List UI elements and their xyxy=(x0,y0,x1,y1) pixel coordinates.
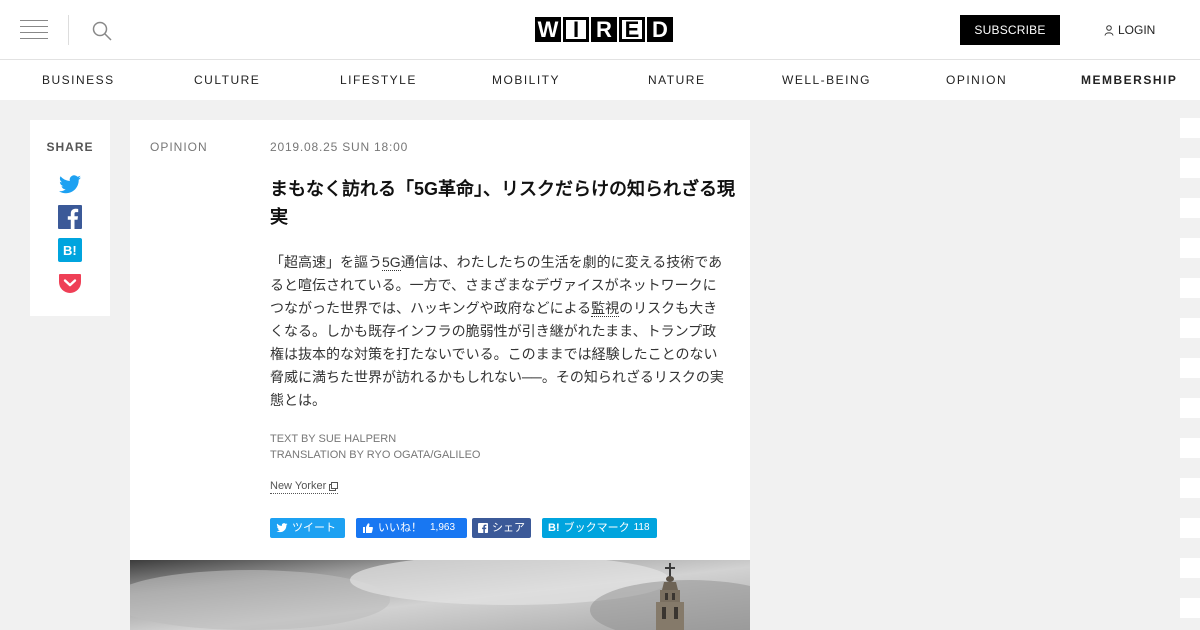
login-link[interactable]: LOGIN xyxy=(1104,22,1155,38)
header-divider xyxy=(68,15,69,45)
facebook-icon[interactable] xyxy=(58,205,82,229)
nav-item-lifestyle[interactable]: LIFESTYLE xyxy=(340,60,417,100)
svg-text:B!: B! xyxy=(63,243,77,258)
article-date: 2019.08.25 SUN 18:00 xyxy=(270,140,409,154)
twitter-icon[interactable] xyxy=(58,172,82,196)
credit-author: TEXT BY SUE HALPERN xyxy=(270,433,397,445)
search-icon[interactable] xyxy=(92,21,112,41)
nav-item-business[interactable]: BUSINESS xyxy=(42,60,115,100)
credit-translation: TRANSLATION BY RYO OGATA/GALILEO xyxy=(270,449,481,461)
article-lead: 「超高速」を謳う5G通信は、わたしたちの生活を劇的に変える技術であると喧伝されて… xyxy=(270,251,730,412)
source-label: New Yorker xyxy=(270,480,327,492)
category-nav: BUSINESS CULTURE LIFESTYLE MOBILITY NATU… xyxy=(0,60,1200,100)
facebook-icon xyxy=(478,523,488,533)
lead-link-surveillance[interactable]: 監視 xyxy=(591,300,620,317)
site-header: W I R E D SUBSCRIBE LOGIN xyxy=(0,0,1200,60)
nav-item-membership[interactable]: MEMBERSHIP xyxy=(1081,60,1177,100)
thumbs-up-icon xyxy=(363,523,373,534)
wired-logo[interactable]: W I R E D xyxy=(535,17,673,42)
nav-item-opinion[interactable]: OPINION xyxy=(946,60,1007,100)
nav-item-culture[interactable]: CULTURE xyxy=(194,60,260,100)
nav-item-mobility[interactable]: MOBILITY xyxy=(492,60,560,100)
share-panel: SHARE B! xyxy=(30,120,110,316)
logo-letter: E xyxy=(619,17,645,42)
nav-item-nature[interactable]: NATURE xyxy=(648,60,705,100)
share-title: SHARE xyxy=(46,140,94,154)
article-headline: まもなく訪れる「5G革命」、リスクだらけの知られざる現実 xyxy=(270,179,736,227)
hatena-bookmark-icon[interactable]: B! xyxy=(58,238,82,262)
article-header-card: OPINION 2019.08.25 SUN 18:00 まもなく訪れる「5G革… xyxy=(130,120,750,560)
hatena-bookmark-icon: B! xyxy=(548,522,560,534)
logo-letter: D xyxy=(647,17,673,42)
user-icon xyxy=(1104,24,1114,36)
lead-text: 「超高速」を謳う xyxy=(270,254,382,270)
facebook-like-button[interactable]: いいね！ 1,963 xyxy=(356,518,467,538)
sidebar-ad-strip xyxy=(1180,118,1200,630)
subscribe-button[interactable]: SUBSCRIBE xyxy=(960,15,1060,45)
facebook-share-button[interactable]: シェア xyxy=(472,518,531,538)
nav-item-well-being[interactable]: WELL-BEING xyxy=(782,60,871,100)
hatena-bookmark-button[interactable]: B! ブックマーク 118 xyxy=(542,518,657,538)
like-count: 1,963 xyxy=(430,522,456,533)
login-label: LOGIN xyxy=(1118,23,1156,37)
lead-link-5g[interactable]: 5G xyxy=(382,254,401,271)
logo-letter: I xyxy=(563,17,589,42)
external-link-icon xyxy=(329,481,339,491)
article-category[interactable]: OPINION xyxy=(150,140,208,154)
bookmark-count: 118 xyxy=(633,522,650,533)
bookmark-label: ブックマーク xyxy=(563,522,630,534)
tweet-label: ツイート xyxy=(292,522,336,534)
tweet-button[interactable]: ツイート xyxy=(270,518,345,538)
share-label: シェア xyxy=(492,522,525,534)
lead-text: のリスクも大きくなる。しかも既存インフラの脆弱性が引き継がれたまま、トランプ政権… xyxy=(270,300,724,408)
menu-icon[interactable] xyxy=(20,20,48,40)
logo-letter: W xyxy=(535,17,561,42)
article-hero-image xyxy=(130,560,750,630)
logo-letter: R xyxy=(591,17,617,42)
source-link[interactable]: New Yorker xyxy=(270,480,339,494)
twitter-icon xyxy=(276,523,288,533)
like-label: いいね！ xyxy=(378,522,422,534)
pocket-icon[interactable] xyxy=(58,271,82,295)
